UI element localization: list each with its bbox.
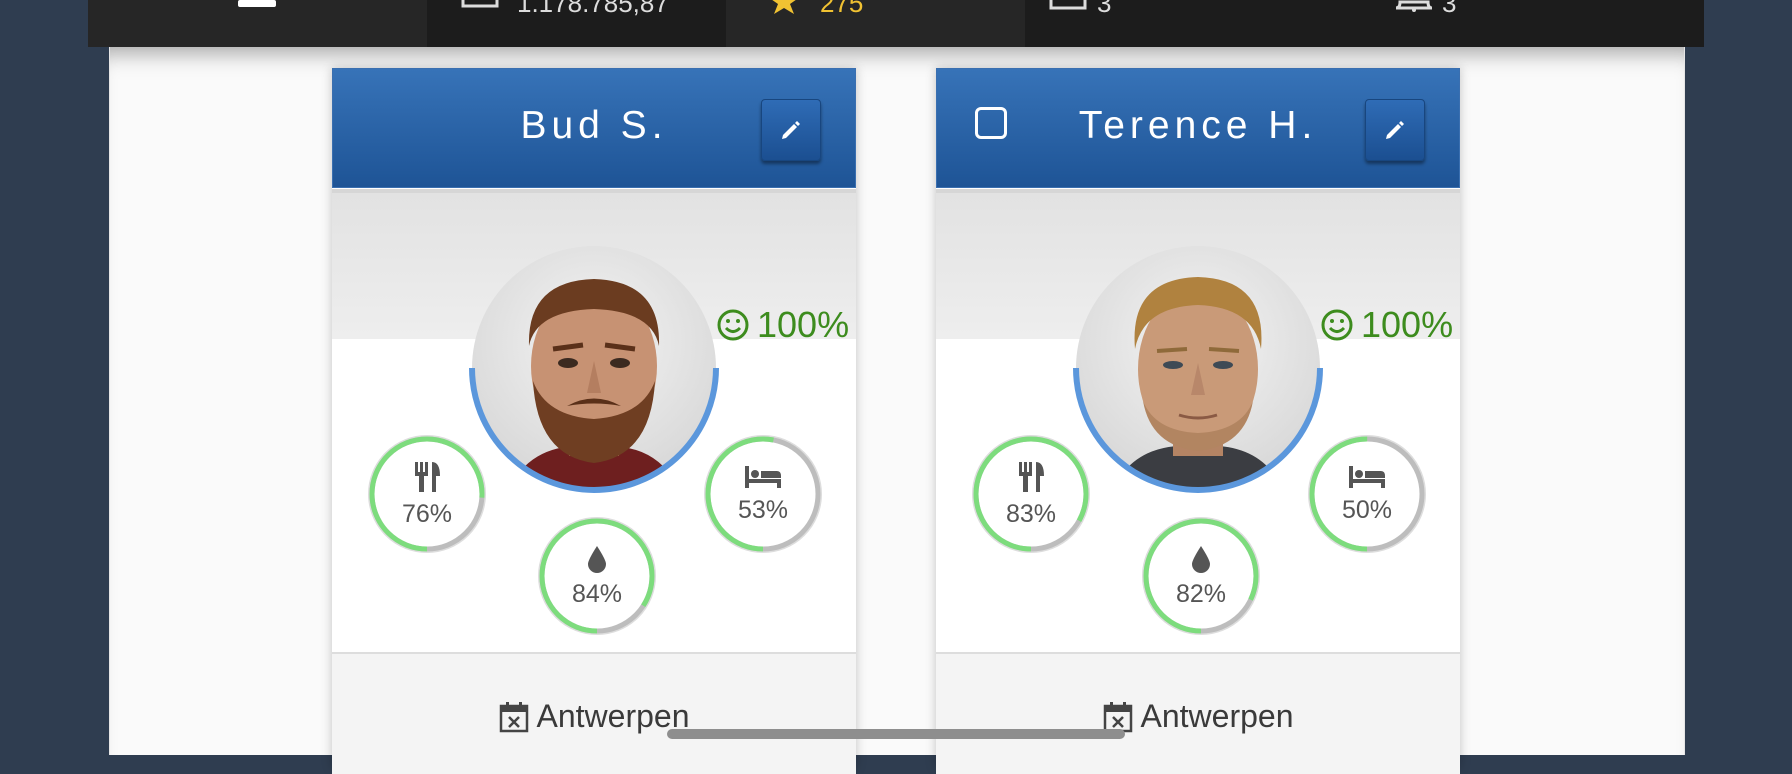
location-name: Antwerpen	[536, 698, 690, 734]
home-indicator[interactable]	[667, 729, 1125, 739]
sleep-value: 50%	[1341, 495, 1393, 524]
water-value: 84%	[571, 579, 623, 608]
location-name: Antwerpen	[1140, 698, 1294, 734]
money-value: 1.178.785,87	[517, 0, 669, 18]
portrait	[467, 241, 721, 495]
portrait-svg	[1073, 246, 1323, 493]
calendar-icon	[461, 0, 499, 8]
menu-segment[interactable]	[88, 0, 427, 47]
pencil-icon	[782, 121, 800, 139]
fork-knife-icon	[1019, 461, 1044, 492]
water-value: 82%	[1175, 579, 1227, 608]
bell-icon	[1395, 0, 1433, 12]
portrait-svg	[469, 246, 719, 493]
money-segment[interactable]: 1.178.785,87	[427, 0, 726, 47]
happiness-indicator: 100%	[1321, 304, 1453, 346]
food-stat: 76%	[365, 432, 489, 556]
sleep-value: 53%	[737, 495, 789, 524]
smiley-icon	[717, 309, 749, 341]
card-footer: Antwerpen	[936, 654, 1460, 774]
notifications-value: 3	[1442, 0, 1457, 18]
happiness-value: 100%	[1361, 304, 1454, 345]
smiley-icon	[1321, 309, 1353, 341]
star-icon	[772, 0, 796, 14]
sleep-stat: 50%	[1305, 432, 1429, 556]
edit-button[interactable]	[761, 99, 821, 161]
card-header: Terence H.	[936, 68, 1460, 188]
water-stat: 84%	[535, 514, 659, 638]
sleep-stat: 53%	[701, 432, 825, 556]
character-card: Bud S. 100% 76% 84% 53% Antwerpen	[332, 68, 856, 774]
bed-icon	[745, 465, 781, 488]
tasks-value: 3	[1097, 0, 1112, 18]
tasks-segment[interactable]: 3	[1025, 0, 1364, 47]
water-stat: 82%	[1139, 514, 1263, 638]
top-status-bar: 1.178.785,87 275 3 3	[88, 0, 1704, 47]
calendar-x-icon	[1103, 701, 1132, 732]
portrait	[1071, 241, 1325, 495]
card-header: Bud S.	[332, 68, 856, 188]
food-value: 76%	[401, 499, 453, 528]
pencil-icon	[1386, 121, 1404, 139]
stars-value: 275	[820, 0, 864, 18]
stars-segment[interactable]: 275	[726, 0, 1025, 47]
edit-button[interactable]	[1365, 99, 1425, 161]
notifications-segment[interactable]: 3	[1364, 0, 1704, 47]
bed-icon	[1349, 465, 1385, 488]
calendar-x-icon	[499, 701, 528, 732]
food-stat: 83%	[969, 432, 1093, 556]
water-drop-icon	[1192, 545, 1210, 573]
calendar-icon	[1049, 0, 1087, 10]
fork-knife-icon	[415, 461, 440, 492]
menu-icon[interactable]	[238, 0, 278, 10]
character-card: Terence H. 100% 83% 82% 50% Antwerpen	[936, 68, 1460, 774]
happiness-value: 100%	[757, 304, 850, 345]
food-value: 83%	[1005, 499, 1057, 528]
happiness-indicator: 100%	[717, 304, 849, 346]
water-drop-icon	[588, 545, 606, 573]
card-footer: Antwerpen	[332, 654, 856, 774]
